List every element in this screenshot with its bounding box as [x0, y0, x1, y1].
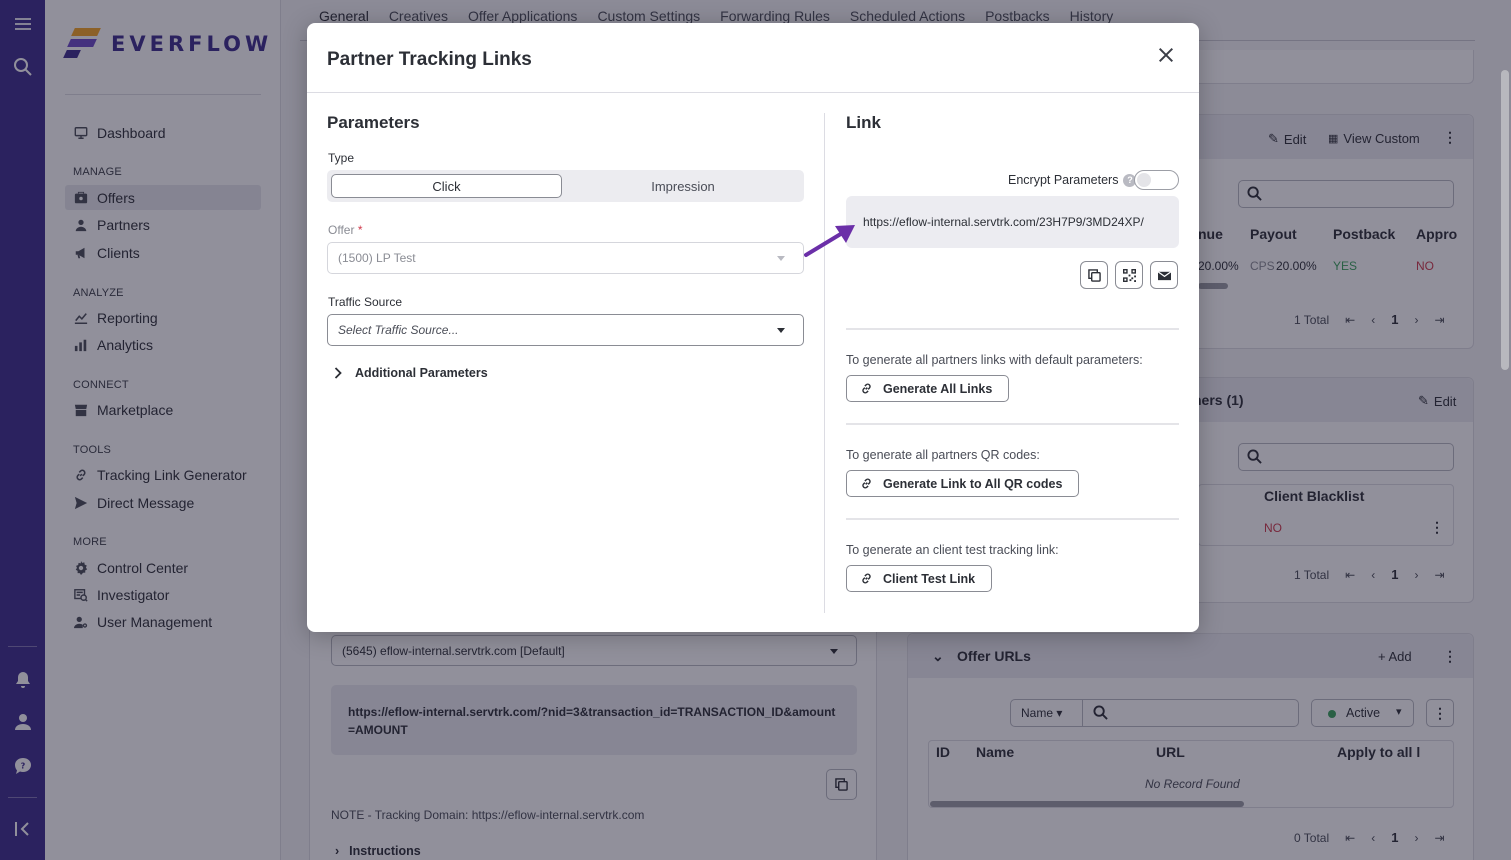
section-divider — [846, 518, 1179, 520]
link-icon — [859, 477, 873, 491]
type-click-option[interactable]: Click — [331, 174, 562, 198]
column-divider — [824, 113, 825, 613]
modal-title: Partner Tracking Links — [327, 49, 532, 70]
generate-all-links-button[interactable]: Generate All Links — [846, 375, 1010, 402]
encrypt-parameters-toggle[interactable] — [1134, 170, 1179, 190]
modal-divider — [307, 92, 1199, 93]
page-scrollbar[interactable] — [1501, 70, 1509, 370]
traffic-source-select[interactable]: Select Traffic Source... — [327, 314, 804, 346]
parameters-title: Parameters — [327, 113, 420, 132]
traffic-source-placeholder: Select Traffic Source... — [338, 323, 459, 337]
qr-code-icon — [1122, 268, 1136, 282]
client-test-link-label: Client Test Link — [883, 571, 976, 586]
additional-parameters-toggle[interactable]: Additional Parameters — [331, 366, 488, 380]
link-title: Link — [846, 113, 881, 132]
annotation-arrow-icon — [804, 225, 855, 257]
link-icon — [859, 572, 873, 586]
chevron-right-icon — [331, 366, 345, 380]
copy-link-button[interactable] — [1080, 261, 1108, 289]
offer-select-value: (1500) LP Test — [338, 251, 416, 265]
partner-tracking-links-modal: Partner Tracking Links Parameters Type C… — [307, 23, 1199, 632]
qr-code-button[interactable] — [1115, 261, 1143, 289]
qr-codes-text: To generate all partners QR codes: — [846, 448, 1040, 462]
envelope-icon — [1157, 270, 1171, 280]
close-icon — [1158, 47, 1174, 63]
section-divider — [846, 423, 1179, 425]
caret-icon — [777, 256, 785, 261]
section-divider — [846, 328, 1179, 330]
close-button[interactable] — [1154, 43, 1178, 67]
offer-label: Offer * — [328, 223, 362, 237]
caret-icon — [777, 328, 785, 333]
type-label: Type — [328, 151, 355, 165]
offer-label-text: Offer — [328, 223, 355, 237]
copy-icon — [1087, 268, 1101, 282]
encrypt-label-text: Encrypt Parameters — [1008, 173, 1119, 187]
generate-qr-codes-label: Generate Link to All QR codes — [883, 476, 1063, 491]
traffic-source-label: Traffic Source — [328, 295, 403, 309]
generate-all-links-text: To generate all partners links with defa… — [846, 353, 1143, 367]
tracking-link-url[interactable]: https://eflow-internal.servtrk.com/23H7P… — [863, 215, 1144, 229]
generate-all-links-label: Generate All Links — [883, 381, 993, 396]
client-test-text: To generate an client test tracking link… — [846, 543, 1059, 557]
client-test-link-button[interactable]: Client Test Link — [846, 565, 993, 592]
offer-select[interactable]: (1500) LP Test — [327, 242, 804, 274]
email-link-button[interactable] — [1150, 261, 1178, 289]
additional-parameters-label: Additional Parameters — [355, 366, 488, 380]
required-mark: * — [357, 223, 363, 237]
encrypt-parameters-label: Encrypt Parameters ? — [1008, 173, 1137, 187]
type-impression-option[interactable]: Impression — [566, 174, 800, 198]
type-toggle: Click Impression — [327, 170, 804, 202]
generate-qr-codes-button[interactable]: Generate Link to All QR codes — [846, 470, 1080, 497]
tracking-link-box: https://eflow-internal.servtrk.com/23H7P… — [846, 196, 1179, 248]
link-icon — [859, 382, 873, 396]
